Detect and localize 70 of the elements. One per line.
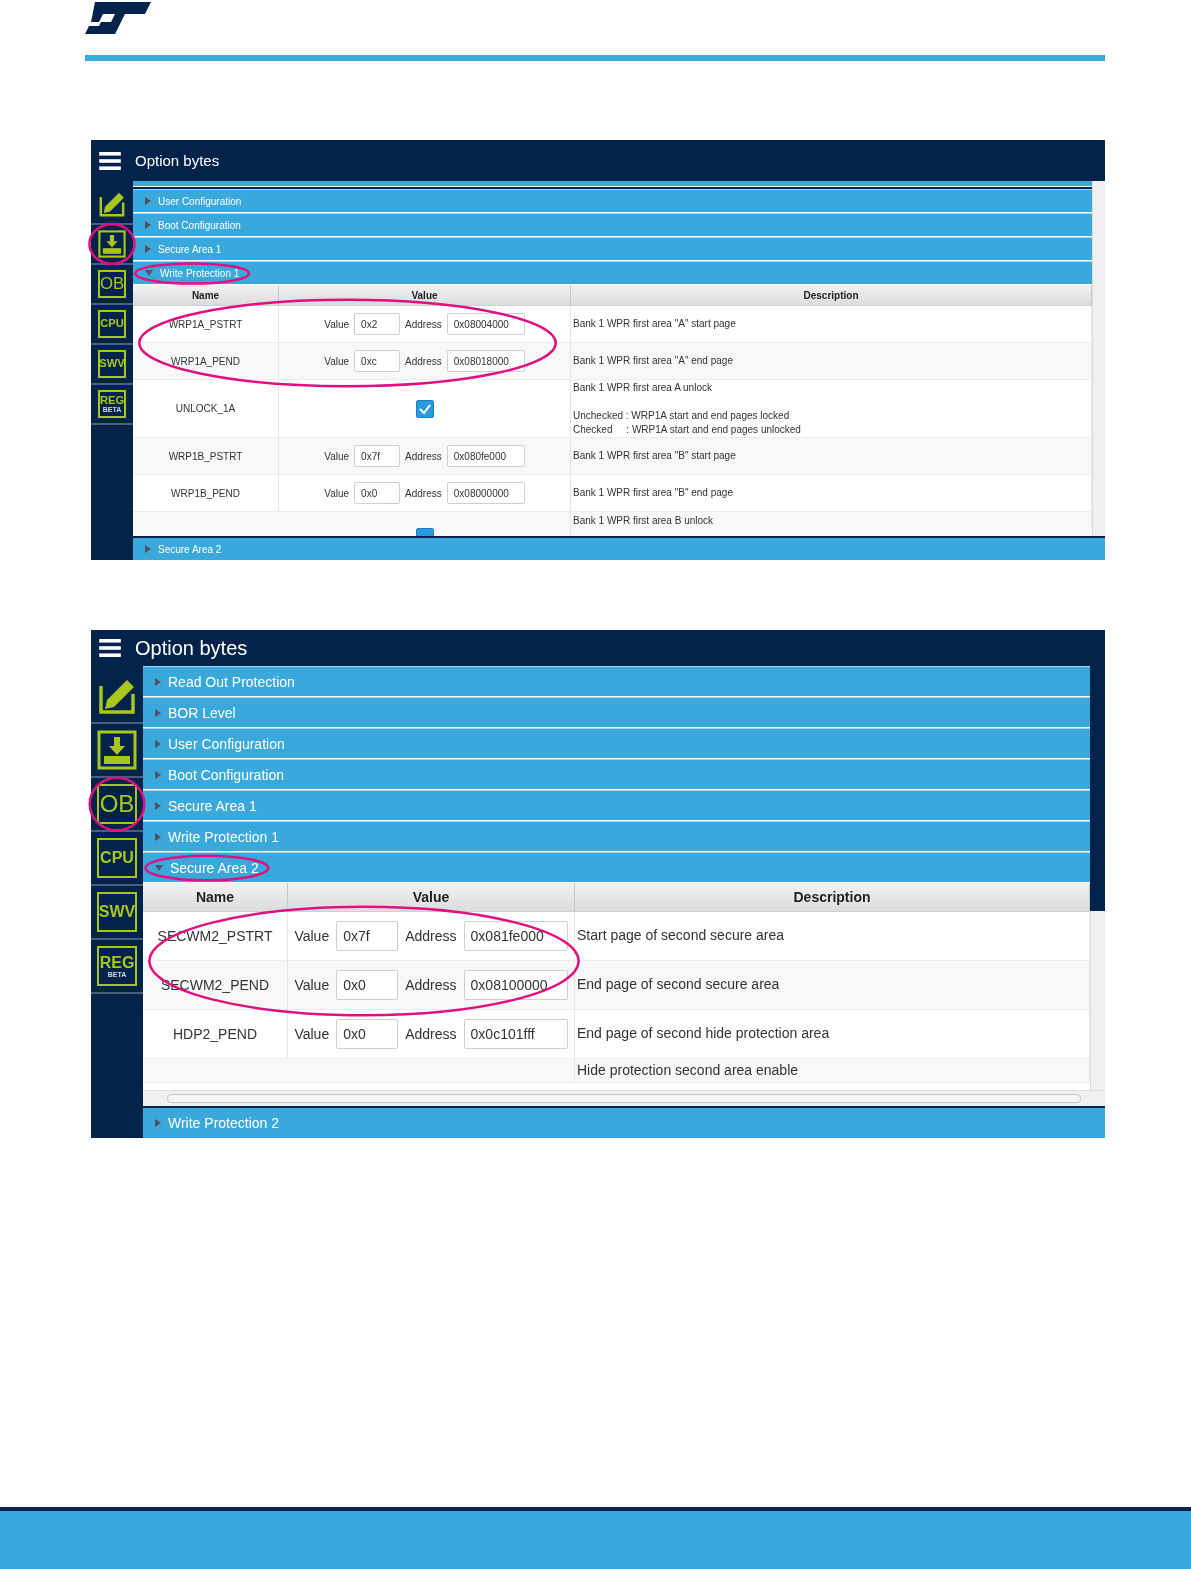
address-field[interactable]: 0x08018000: [446, 350, 525, 372]
column-header: Description: [575, 883, 1090, 911]
pencil-icon[interactable]: [98, 190, 126, 218]
address-field[interactable]: 0x08000000: [446, 482, 525, 504]
description-text: Bank 1 WPR first area "B" start page: [573, 449, 736, 463]
description-text: Unchecked : WRP1A start and end pages locked: [573, 408, 791, 423]
tool-icon-button[interactable]: OB: [98, 270, 126, 298]
address-field[interactable]: 0x0c101fff: [463, 1019, 568, 1049]
description-text: Start page of second secure area: [577, 926, 785, 946]
option-name: HDP2_PEND: [173, 1026, 257, 1042]
window-title: Option bytes: [135, 152, 220, 169]
field-label: Address: [405, 1026, 457, 1042]
field-label: Value: [324, 487, 350, 499]
value-field[interactable]: 0x0: [336, 970, 399, 1000]
tool-icon-button[interactable]: CPU: [98, 310, 126, 338]
address-field[interactable]: 0x081fe000: [463, 921, 568, 951]
tool-icon-button[interactable]: SWV: [98, 350, 126, 378]
description-text: End page of second hide protection area: [577, 1024, 830, 1044]
download-icon[interactable]: [97, 730, 137, 770]
description-text: Checked : WRP1A start and end pages unlocked: [573, 422, 801, 437]
menu-icon[interactable]: [99, 151, 121, 170]
description-text: Bank 1 WPR first area "A" start page: [573, 317, 736, 331]
value-field[interactable]: 0x0: [336, 1019, 399, 1049]
field-label: Value: [324, 318, 350, 330]
address-field[interactable]: 0x08004000: [446, 313, 525, 335]
window-title: Option bytes: [135, 636, 248, 660]
annotation-ellipse: [88, 776, 146, 832]
field-label: Address: [405, 928, 457, 944]
field-label: Value: [324, 355, 350, 367]
description-text: Bank 1 WPR first area A unlock: [573, 380, 712, 395]
field-label: Value: [324, 450, 350, 462]
value-field[interactable]: 0x7f: [336, 921, 399, 951]
description-text: Hide protection second area enable: [577, 1061, 799, 1080]
field-label: Value: [294, 977, 330, 993]
column-header: Value: [279, 285, 571, 305]
column-header: Value: [288, 883, 575, 911]
tool-icon-button[interactable]: OB: [97, 784, 137, 824]
value-field[interactable]: 0x7f: [354, 445, 401, 467]
field-label: Address: [405, 318, 442, 330]
column-header: Name: [143, 883, 288, 911]
description-text: Bank 1 WPR first area B unlock: [573, 514, 714, 528]
description-text: Bank 1 WPR first area "A" end page: [573, 354, 733, 368]
option-name: WRP1A_PEND: [171, 355, 240, 367]
menu-icon[interactable]: [99, 639, 121, 657]
horizontal-scrollbar[interactable]: [143, 1090, 1105, 1106]
option-name: WRP1B_PEND: [171, 487, 240, 499]
value-field[interactable]: 0x2: [354, 313, 401, 335]
tool-icon-button[interactable]: SWV: [97, 892, 137, 932]
option-name: WRP1A_PSTRT: [168, 318, 243, 330]
description-text: Bank 1 WPR first area "B" end page: [573, 486, 733, 500]
value-field[interactable]: 0x0: [354, 482, 401, 504]
option-name: WRP1B_PSTRT: [168, 450, 243, 462]
column-header: Name: [133, 285, 279, 305]
option-name: UNLOCK_1A: [175, 403, 236, 414]
field-label: Value: [294, 1026, 330, 1042]
download-icon[interactable]: [98, 230, 126, 258]
address-field[interactable]: 0x080fe000: [446, 445, 525, 467]
field-label: Value: [294, 928, 330, 944]
value-field[interactable]: 0xc: [354, 350, 401, 372]
vertical-scrollbar[interactable]: [1090, 911, 1105, 1090]
checkbox[interactable]: [415, 399, 434, 418]
description-text: End page of second secure area: [577, 975, 780, 995]
tool-icon-button[interactable]: CPU: [97, 838, 137, 878]
field-label: Address: [405, 977, 457, 993]
address-field[interactable]: 0x08100000: [463, 970, 568, 1000]
logo-icon: [85, 0, 151, 36]
field-label: Address: [405, 487, 442, 499]
field-label: Address: [405, 450, 442, 462]
vertical-scrollbar[interactable]: [1092, 181, 1105, 536]
field-label: Address: [405, 355, 442, 367]
